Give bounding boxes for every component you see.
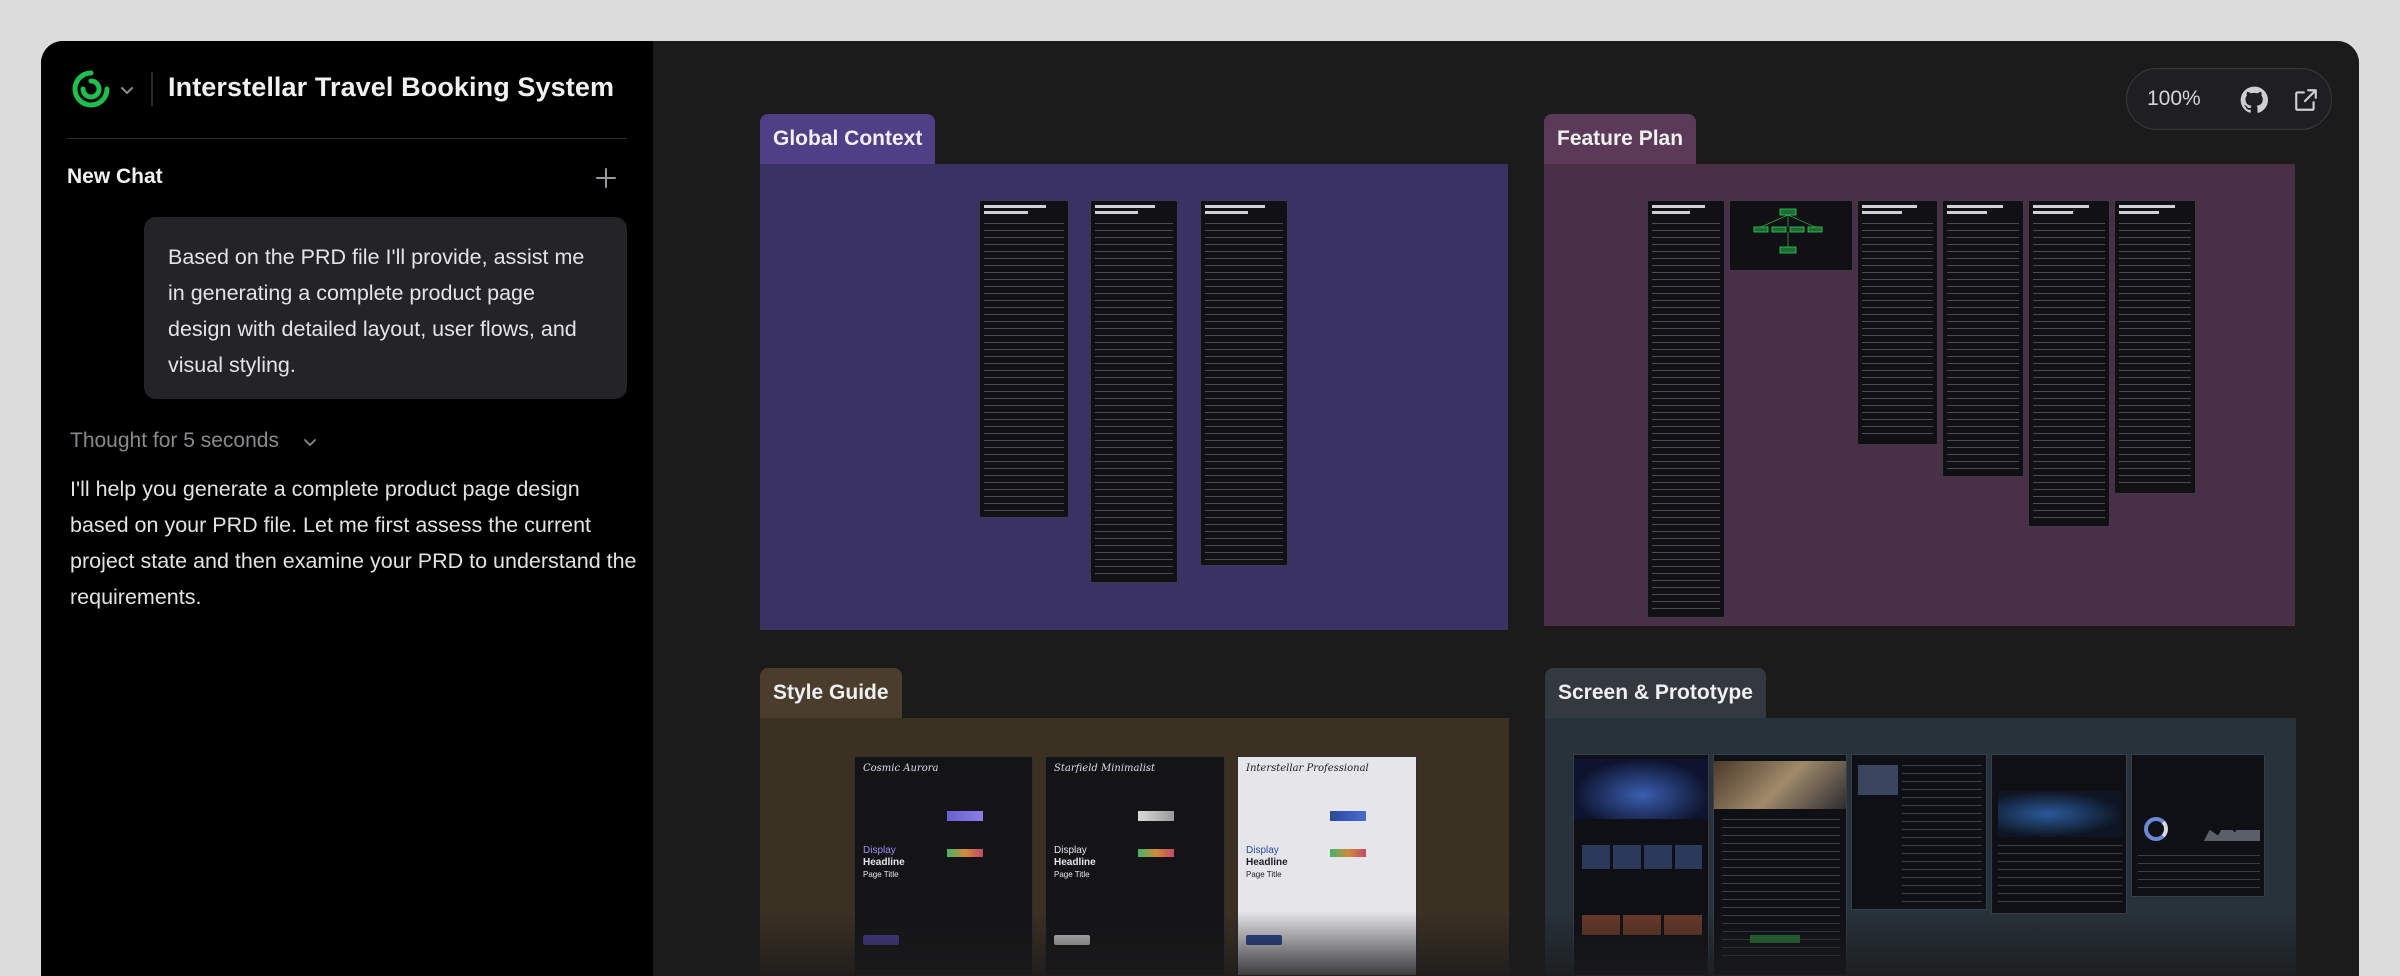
doc-card bbox=[1857, 200, 1938, 445]
github-icon[interactable] bbox=[2240, 86, 2268, 114]
doc-card bbox=[2114, 200, 2196, 494]
flow-diagram bbox=[1753, 208, 1823, 254]
sidebar-divider bbox=[67, 138, 627, 139]
project-title: Interstellar Travel Booking System bbox=[168, 72, 615, 102]
frame-feature-plan[interactable]: Feature Plan bbox=[1544, 114, 2295, 626]
new-chat-label: New Chat bbox=[67, 165, 163, 188]
frame-body-global-context bbox=[760, 164, 1508, 630]
app-window: Interstellar Travel Booking System New C… bbox=[41, 41, 2359, 976]
screen-thumbnail bbox=[2131, 754, 2265, 897]
flow-diagram-card bbox=[1729, 200, 1853, 271]
style-guide-title: Cosmic Aurora bbox=[863, 763, 939, 774]
logo-icon[interactable] bbox=[71, 69, 111, 109]
style-display-sample: Display Headline Page Title bbox=[1054, 845, 1096, 879]
title-divider bbox=[151, 72, 153, 106]
doc-card bbox=[1090, 200, 1178, 583]
screen-thumbnail bbox=[1851, 754, 1987, 910]
design-canvas[interactable]: 100% Global Context Feature Plan Style G… bbox=[653, 41, 2359, 976]
chevron-down-icon[interactable] bbox=[117, 80, 137, 100]
chevron-down-icon[interactable] bbox=[302, 434, 318, 450]
doc-card bbox=[979, 200, 1069, 518]
screen-thumbnail bbox=[1991, 754, 2127, 914]
frame-label-screen-prototype: Screen & Prototype bbox=[1545, 668, 1766, 718]
frame-body-feature-plan bbox=[1544, 164, 2295, 626]
style-display-sample: Display Headline Page Title bbox=[1246, 845, 1288, 879]
frame-label-global-context: Global Context bbox=[760, 114, 936, 164]
plus-icon[interactable] bbox=[593, 165, 619, 191]
doc-card bbox=[1942, 200, 2024, 477]
assistant-message: I'll help you generate a complete produc… bbox=[70, 477, 637, 609]
chat-sidebar: Interstellar Travel Booking System New C… bbox=[41, 41, 653, 976]
frame-global-context[interactable]: Global Context bbox=[760, 114, 1508, 630]
style-guide-title: Interstellar Professional bbox=[1246, 763, 1369, 774]
thought-toggle[interactable]: Thought for 5 seconds bbox=[70, 429, 279, 453]
external-link-icon[interactable] bbox=[2293, 87, 2319, 113]
style-display-sample: Display Headline Page Title bbox=[863, 845, 905, 879]
doc-card bbox=[2028, 200, 2110, 527]
canvas-fade bbox=[653, 911, 2359, 976]
doc-card bbox=[1647, 200, 1725, 618]
user-message: Based on the PRD file I'll provide, assi… bbox=[144, 217, 627, 399]
frame-label-style-guide: Style Guide bbox=[760, 668, 902, 718]
doc-card bbox=[1200, 200, 1288, 566]
style-guide-title: Starfield Minimalist bbox=[1054, 763, 1156, 774]
zoom-level[interactable]: 100% bbox=[2147, 87, 2201, 111]
frame-label-feature-plan: Feature Plan bbox=[1544, 114, 1697, 164]
